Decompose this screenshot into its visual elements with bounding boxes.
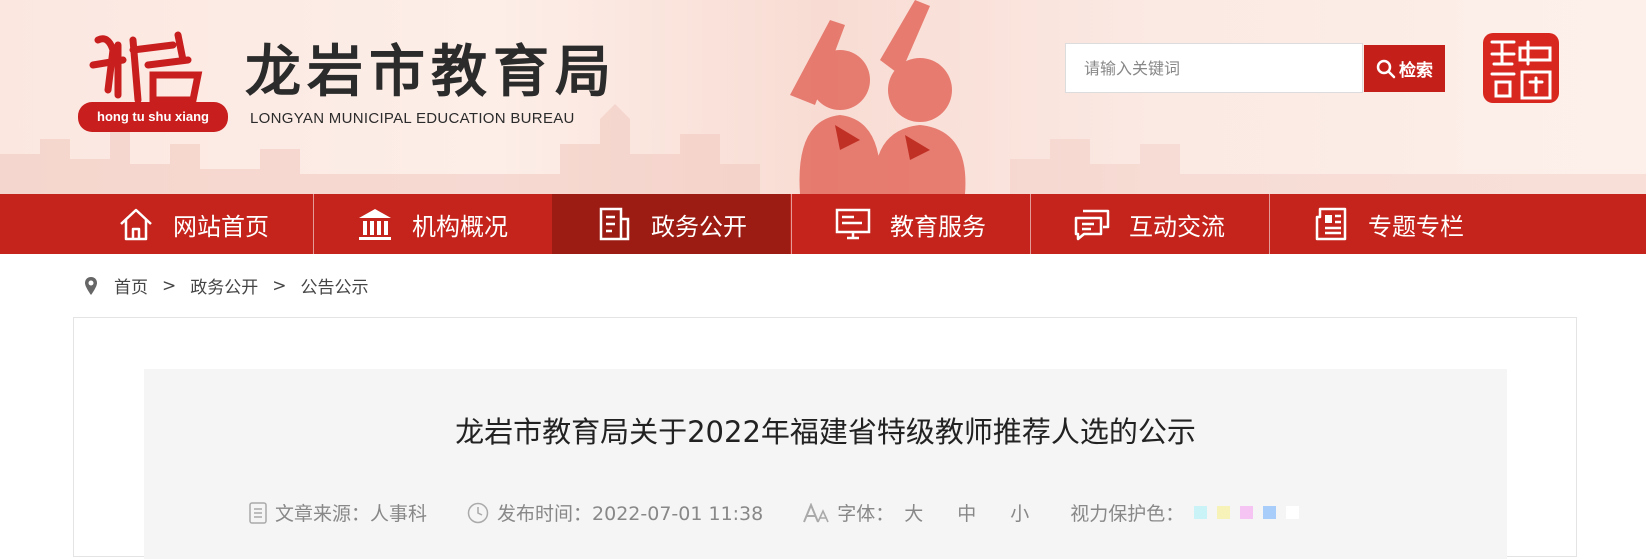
china-longyan-seal xyxy=(1483,33,1559,103)
article-source: 文章来源：人事科 xyxy=(249,499,427,526)
site-title: 龙岩市教育局 xyxy=(245,39,617,105)
font-size-medium-button[interactable]: 中 xyxy=(957,499,976,526)
nav-item-interaction[interactable]: 互动交流 xyxy=(1030,194,1268,254)
search-box xyxy=(1065,43,1363,93)
breadcrumb-home-link[interactable]: 首页 xyxy=(114,273,148,298)
home-icon xyxy=(120,208,152,241)
font-size-large-button[interactable]: 大 xyxy=(904,499,923,526)
breadcrumb-government-affairs-link[interactable]: 政务公开 xyxy=(190,273,258,298)
search-icon xyxy=(1376,59,1396,78)
search-button-label: 检索 xyxy=(1399,61,1433,80)
breadcrumb-announcements-link[interactable]: 公告公示 xyxy=(301,273,369,298)
breadcrumb-separator: > xyxy=(162,275,177,296)
nav-item-label: 网站首页 xyxy=(173,212,269,241)
font-size-controls: 字体： 大 中 小 xyxy=(803,499,1042,526)
document-icon xyxy=(599,207,630,241)
main-nav: 网站首页 机构概况 政务公开 教育服务 互动交流 专题专栏 xyxy=(0,194,1646,254)
site-subtitle: LONGYAN MUNICIPAL EDUCATION BUREAU xyxy=(250,110,575,127)
clock-icon xyxy=(467,502,489,523)
header-banner: hong tu shu xiang 龙岩市教育局 LONGYAN MUNICIP… xyxy=(0,0,1646,194)
institution-icon xyxy=(359,209,391,240)
nav-item-government-affairs[interactable]: 政务公开 xyxy=(552,194,790,254)
eye-care-color-controls: 视力保护色： xyxy=(1070,499,1300,526)
nav-item-label: 政务公开 xyxy=(651,212,747,241)
article-meta: 文章来源：人事科 发布时间：2022-07-01 11:38 字体： 大 中 小… xyxy=(249,499,1339,526)
nav-item-education-services[interactable]: 教育服务 xyxy=(791,194,1029,254)
logo-emblem: hong tu shu xiang xyxy=(78,30,228,140)
eye-care-swatch-cyan[interactable] xyxy=(1194,506,1208,519)
eye-care-swatch-white[interactable] xyxy=(1286,506,1300,519)
nav-item-special-topics[interactable]: 专题专栏 xyxy=(1269,194,1507,254)
article-publish-time: 发布时间：2022-07-01 11:38 xyxy=(467,499,763,526)
emblem-banner: hong tu shu xiang xyxy=(78,102,228,132)
nav-item-label: 互动交流 xyxy=(1129,212,1225,241)
breadcrumb-separator: > xyxy=(272,275,287,296)
saluting-figures-decoration xyxy=(790,0,966,194)
nav-item-label: 机构概况 xyxy=(412,212,508,241)
nav-item-label: 专题专栏 xyxy=(1368,212,1464,241)
search-button[interactable]: 检索 xyxy=(1364,45,1445,92)
nav-item-institution[interactable]: 机构概况 xyxy=(313,194,551,254)
document-lines-icon xyxy=(249,501,267,524)
nav-item-home[interactable]: 网站首页 xyxy=(74,194,312,254)
article-title: 龙岩市教育局关于2022年福建省特级教师推荐人选的公示 xyxy=(455,415,1196,449)
breadcrumb: 首页 > 政务公开 > 公告公示 xyxy=(84,273,369,298)
eye-care-swatch-pink[interactable] xyxy=(1240,506,1254,519)
newspaper-icon xyxy=(1315,207,1347,241)
eye-care-swatch-yellow[interactable] xyxy=(1217,506,1231,519)
chat-icon xyxy=(1074,209,1110,241)
nav-item-label: 教育服务 xyxy=(890,212,986,241)
eye-care-label: 视力保护色： xyxy=(1070,503,1185,525)
font-size-icon xyxy=(803,502,829,522)
article-header-box: 龙岩市教育局关于2022年福建省特级教师推荐人选的公示 文章来源：人事科 发布时… xyxy=(144,369,1507,559)
font-size-small-button[interactable]: 小 xyxy=(1010,499,1029,526)
article-source-label: 文章来源：人事科 xyxy=(275,503,428,525)
article-publish-time-label: 发布时间：2022-07-01 11:38 xyxy=(497,503,764,525)
location-pin-icon xyxy=(85,276,97,295)
font-size-label: 字体： xyxy=(837,503,895,525)
monitor-icon xyxy=(835,208,871,240)
search-input[interactable] xyxy=(1066,44,1362,92)
eye-care-swatch-blue[interactable] xyxy=(1263,506,1277,519)
emblem-calligraphy-icon xyxy=(89,31,203,104)
